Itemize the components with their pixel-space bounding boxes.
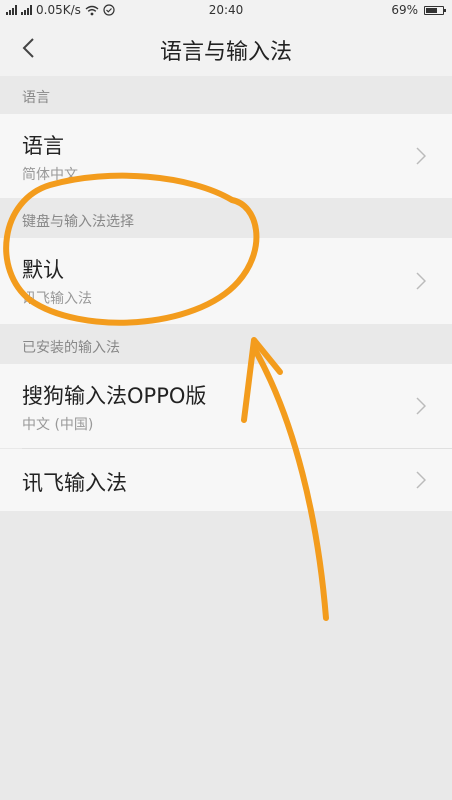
row-title: 语言 (22, 134, 64, 158)
row-subtitle: 简体中文 (22, 167, 78, 183)
row-title: 搜狗输入法OPPO版 (22, 384, 207, 408)
section-header-label: 键盘与输入法选择 (22, 214, 134, 230)
status-bar: 0.05K/s 20:40 69% (0, 0, 452, 20)
section-header-label: 已安装的输入法 (22, 340, 120, 356)
row-title: 讯飞输入法 (22, 471, 127, 495)
default-keyboard-row[interactable]: 默认 讯飞输入法 (0, 238, 452, 324)
nav-bar: 语言与输入法 (0, 20, 452, 76)
row-subtitle: 讯飞输入法 (22, 291, 92, 307)
installed-ime-row-sogou[interactable]: 搜狗输入法OPPO版 中文 (中国) (0, 364, 452, 448)
row-subtitle: 中文 (中国) (22, 417, 94, 433)
chevron-right-icon (416, 147, 426, 165)
chevron-right-icon (416, 397, 426, 415)
status-right: 69% (391, 3, 446, 17)
language-row[interactable]: 语言 简体中文 (0, 114, 452, 198)
section-header-language: 语言 (0, 76, 452, 114)
chevron-right-icon (416, 272, 426, 290)
page-title: 语言与输入法 (159, 40, 292, 65)
section-header-installed: 已安装的输入法 (0, 324, 452, 364)
installed-ime-row-iflytek[interactable]: 讯飞输入法 (0, 449, 452, 511)
row-title: 默认 (22, 258, 64, 282)
battery-percent: 69% (391, 3, 418, 17)
chevron-right-icon (416, 471, 426, 489)
section-header-keyboard: 键盘与输入法选择 (0, 198, 452, 238)
section-header-label: 语言 (22, 90, 50, 106)
battery-icon (424, 5, 446, 15)
status-time: 20:40 (208, 3, 244, 17)
